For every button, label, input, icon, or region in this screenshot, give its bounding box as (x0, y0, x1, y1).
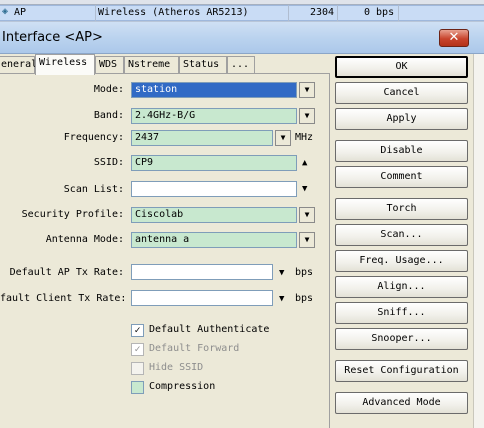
snooper-button[interactable]: Snooper... (335, 328, 468, 350)
frequency-select[interactable]: 2437 (131, 130, 273, 146)
band-select[interactable]: 2.4GHz-B/G (131, 108, 297, 124)
security-profile-select[interactable]: Ciscolab (131, 207, 297, 223)
tab-status[interactable]: Status (179, 56, 227, 74)
default-client-tx-rate-label: fault Client Tx Rate: (0, 293, 127, 304)
default-ap-tx-rate-input[interactable] (131, 264, 273, 280)
security-profile-label: Security Profile: (21, 209, 124, 220)
ok-button[interactable]: OK (335, 56, 468, 78)
default-client-tx-rate-input[interactable] (131, 290, 273, 306)
scan-list-input[interactable] (131, 181, 297, 197)
wireless-interface-icon: ◈ (2, 6, 9, 17)
column-divider (288, 5, 289, 21)
default-ap-tx-rate-label: Default AP Tx Rate: (9, 267, 124, 278)
frequency-unit: MHz (295, 132, 314, 143)
checkbox-label: Default Authenticate (149, 324, 270, 335)
chevron-down-icon: ▼ (304, 235, 310, 244)
tab-wds[interactable]: WDS (95, 56, 124, 74)
apply-button[interactable]: Apply (335, 108, 468, 130)
torch-button[interactable]: Torch (335, 198, 468, 220)
frequency-label: Frequency: (63, 132, 124, 143)
tab-nstreme[interactable]: Nstreme (124, 56, 179, 74)
default-client-tx-rate-unit: bps (295, 293, 314, 304)
scan-button[interactable]: Scan... (335, 224, 468, 246)
ssid-input[interactable]: CP9 (131, 155, 297, 171)
column-divider (95, 5, 96, 21)
wireless-tab-panel (0, 73, 330, 428)
band-label: Band: (93, 110, 124, 121)
interface-list: ◈ AP Wireless (Atheros AR5213) 2304 0 bp… (0, 0, 484, 22)
chevron-down-icon: ▼ (280, 133, 286, 142)
ssid-label: SSID: (93, 157, 124, 168)
chevron-down-icon[interactable]: ▼ (279, 268, 284, 278)
align-button[interactable]: Align... (335, 276, 468, 298)
row-rate: 0 bps (364, 7, 395, 18)
mode-select[interactable]: station (131, 82, 297, 98)
collapse-up-icon[interactable]: ▲ (302, 158, 307, 168)
chevron-down-icon: ▼ (304, 85, 310, 94)
close-icon: ✕ (448, 30, 460, 45)
column-divider (398, 5, 399, 21)
antenna-mode-dropdown-button[interactable]: ▼ (299, 232, 315, 248)
tab-wireless[interactable]: Wireless (35, 54, 95, 75)
tab-general[interactable]: eneral (0, 56, 37, 74)
disable-button[interactable]: Disable (335, 140, 468, 162)
tab-bar: eneral Wireless WDS Nstreme Status ... (0, 54, 330, 75)
table-row[interactable]: ◈ AP Wireless (Atheros AR5213) 2304 0 bp… (0, 5, 484, 21)
chevron-down-icon: ▼ (304, 210, 310, 219)
checkbox-label: Hide SSID (149, 362, 204, 373)
reset-configuration-button[interactable]: Reset Configuration (335, 360, 468, 382)
tab-more[interactable]: ... (227, 56, 255, 74)
window-edge (473, 54, 484, 428)
band-dropdown-button[interactable]: ▼ (299, 108, 315, 124)
mode-dropdown-button[interactable]: ▼ (299, 82, 315, 98)
checkbox-box[interactable] (131, 381, 144, 394)
cancel-button[interactable]: Cancel (335, 82, 468, 104)
chevron-down-icon[interactable]: ▼ (279, 294, 284, 304)
checkbox-box[interactable]: ✓ (131, 343, 144, 356)
checkbox-label: Compression (149, 381, 216, 392)
expand-down-icon[interactable]: ▼ (302, 184, 307, 194)
mode-label: Mode: (93, 84, 124, 95)
row-type: Wireless (Atheros AR5213) (98, 7, 249, 18)
advanced-mode-button[interactable]: Advanced Mode (335, 392, 468, 414)
default-ap-tx-rate-unit: bps (295, 267, 314, 278)
frequency-dropdown-button[interactable]: ▼ (275, 130, 291, 146)
antenna-mode-label: Antenna Mode: (45, 234, 124, 245)
checkbox-box[interactable] (131, 362, 144, 375)
scan-list-label: Scan List: (63, 184, 124, 195)
close-button[interactable]: ✕ (439, 29, 469, 47)
checkbox-box[interactable]: ✓ (131, 324, 144, 337)
sniff-button[interactable]: Sniff... (335, 302, 468, 324)
row-name: AP (14, 7, 27, 18)
freq-usage-button[interactable]: Freq. Usage... (335, 250, 468, 272)
column-divider (337, 5, 338, 21)
comment-button[interactable]: Comment (335, 166, 468, 188)
security-profile-dropdown-button[interactable]: ▼ (299, 207, 315, 223)
chevron-down-icon: ▼ (304, 111, 310, 120)
checkbox-label: Default Forward (149, 343, 240, 354)
window-title-bar[interactable]: Interface <AP> ✕ (0, 22, 484, 54)
window-title: Interface <AP> (2, 30, 103, 45)
row-mtu: 2304 (310, 7, 335, 18)
antenna-mode-select[interactable]: antenna a (131, 232, 297, 248)
